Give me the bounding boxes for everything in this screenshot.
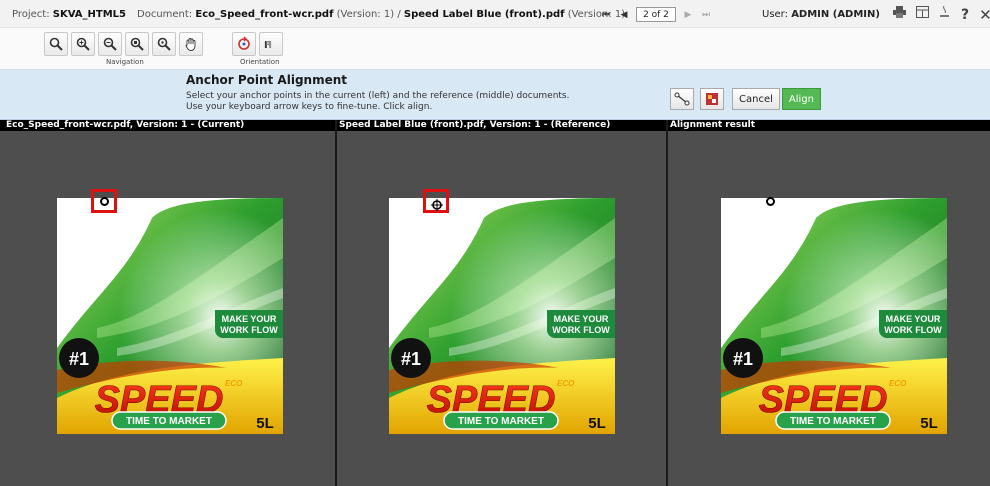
reference-view-pane[interactable]: MAKE YOUR WORK FLOW #1 SPEED ECO TIME TO… [337, 131, 666, 486]
svg-text:#1: #1 [401, 349, 421, 369]
close-icon[interactable]: ✕ [979, 7, 990, 23]
svg-text:5L: 5L [256, 415, 274, 432]
anchor-pick-icon[interactable] [670, 88, 694, 110]
result-view-pane[interactable]: MAKE YOUR WORK FLOW #1 SPEED ECO TIME TO… [668, 131, 990, 486]
project-label: Project: [12, 9, 50, 20]
document-separator: / [397, 9, 401, 20]
svg-text:TIME TO MARKET: TIME TO MARKET [790, 416, 876, 427]
svg-text:MAKE YOUR: MAKE YOUR [554, 314, 609, 324]
document-label: Document: [137, 9, 193, 20]
rotate-icon[interactable] [232, 32, 256, 56]
svg-text:TIME TO MARKET: TIME TO MARKET [126, 416, 212, 427]
svg-text:WORK FLOW: WORK FLOW [552, 325, 610, 335]
page-navigator: ⏮ ◀ 2 of 2 ▶ ⏭ [600, 7, 712, 22]
document-info: Document: Eco_Speed_front-wcr.pdf (Versi… [137, 9, 625, 20]
pan-hand-icon[interactable] [179, 32, 203, 56]
zoom-actual-icon[interactable] [152, 32, 176, 56]
project-name: SKVA_HTML5 [52, 9, 127, 20]
print-icon[interactable] [893, 6, 906, 23]
anchor-point-marker [766, 197, 775, 206]
next-page-icon[interactable]: ▶ [682, 9, 694, 21]
navigation-label: Navigation [106, 58, 144, 66]
svg-text:WORK FLOW: WORK FLOW [884, 325, 942, 335]
align-button[interactable]: Align [781, 88, 821, 110]
svg-text:ECO: ECO [889, 379, 907, 388]
toolbar: Navigation FF Orientation [0, 28, 990, 70]
comparison-views: Eco_Speed_front-wcr.pdf, Version: 1 - (C… [0, 120, 990, 486]
reference-label-artwork[interactable]: MAKE YOUR WORK FLOW #1 SPEED ECO TIME TO… [389, 198, 615, 434]
last-page-icon[interactable]: ⏭ [700, 9, 712, 21]
zoom-fit-icon[interactable] [44, 32, 68, 56]
flip-icon[interactable]: FF [259, 32, 283, 56]
current-document-version: (Version: 1) [336, 9, 395, 20]
zoom-page-icon[interactable] [125, 32, 149, 56]
top-bar: Project: SKVA_HTML5 Document: Eco_Speed_… [0, 0, 990, 28]
svg-text:#1: #1 [69, 349, 89, 369]
current-view-pane[interactable]: MAKE YOUR WORK FLOW #1 SPEED ECO TIME TO… [0, 131, 335, 486]
result-view-header: Alignment result [668, 120, 990, 131]
reference-document-name: Speed Label Blue (front).pdf [403, 9, 565, 20]
zoom-out-icon[interactable] [98, 32, 122, 56]
panel-description-line-2: Use your keyboard arrow keys to fine-tun… [186, 102, 433, 112]
project-info: Project: SKVA_HTML5 [12, 9, 126, 20]
page-indicator[interactable]: 2 of 2 [636, 7, 676, 22]
layout-icon[interactable] [916, 6, 929, 23]
label-svg: MAKE YOUR WORK FLOW #1 SPEED ECO TIME TO… [389, 198, 615, 434]
panel-description-line-1: Select your anchor points in the current… [186, 91, 570, 101]
user-label: User: [762, 9, 788, 20]
anchor-point-marker[interactable] [100, 197, 109, 206]
svg-text:5L: 5L [588, 415, 606, 432]
current-view-header: Eco_Speed_front-wcr.pdf, Version: 1 - (C… [0, 120, 335, 131]
svg-text:MAKE YOUR: MAKE YOUR [886, 314, 941, 324]
anchor-alignment-panel: Anchor Point Alignment Select your ancho… [0, 70, 990, 120]
panel-actions: Cancel Align [670, 88, 821, 110]
panel-description: Select your anchor points in the current… [186, 91, 569, 113]
svg-text:ECO: ECO [557, 379, 575, 388]
navigation-tools [44, 32, 203, 56]
crosshair-anchor-icon[interactable] [431, 196, 443, 215]
svg-text:TIME TO MARKET: TIME TO MARKET [458, 416, 544, 427]
help-icon[interactable]: ? [961, 7, 969, 23]
reference-view-header: Speed Label Blue (front).pdf, Version: 1… [337, 120, 666, 131]
svg-text:MAKE YOUR: MAKE YOUR [222, 314, 277, 324]
user-name: ADMIN (ADMIN) [791, 9, 880, 20]
orientation-label: Orientation [240, 58, 280, 66]
zoom-in-icon[interactable] [71, 32, 95, 56]
reset-anchors-icon[interactable] [700, 88, 724, 110]
user-info: User: ADMIN (ADMIN) [762, 9, 880, 20]
label-svg: MAKE YOUR WORK FLOW #1 SPEED ECO TIME TO… [721, 198, 947, 434]
first-page-icon[interactable]: ⏮ [600, 9, 612, 21]
header-actions: ? ✕ [893, 5, 990, 24]
result-label-artwork[interactable]: MAKE YOUR WORK FLOW #1 SPEED ECO TIME TO… [721, 198, 947, 434]
java-icon[interactable] [939, 5, 951, 24]
previous-page-icon[interactable]: ◀ [618, 9, 630, 21]
svg-text:5L: 5L [920, 415, 938, 432]
svg-text:F: F [265, 40, 272, 51]
svg-text:#1: #1 [733, 349, 753, 369]
current-document-name: Eco_Speed_front-wcr.pdf [195, 9, 334, 20]
svg-text:ECO: ECO [225, 379, 243, 388]
orientation-tools: FF [232, 32, 283, 56]
current-label-artwork[interactable]: MAKE YOUR WORK FLOW #1 SPEED ECO TIME TO… [57, 198, 283, 434]
svg-text:WORK FLOW: WORK FLOW [220, 325, 278, 335]
panel-title: Anchor Point Alignment [186, 73, 348, 87]
cancel-button[interactable]: Cancel [732, 88, 780, 110]
label-svg: MAKE YOUR WORK FLOW #1 SPEED ECO TIME TO… [57, 198, 283, 434]
